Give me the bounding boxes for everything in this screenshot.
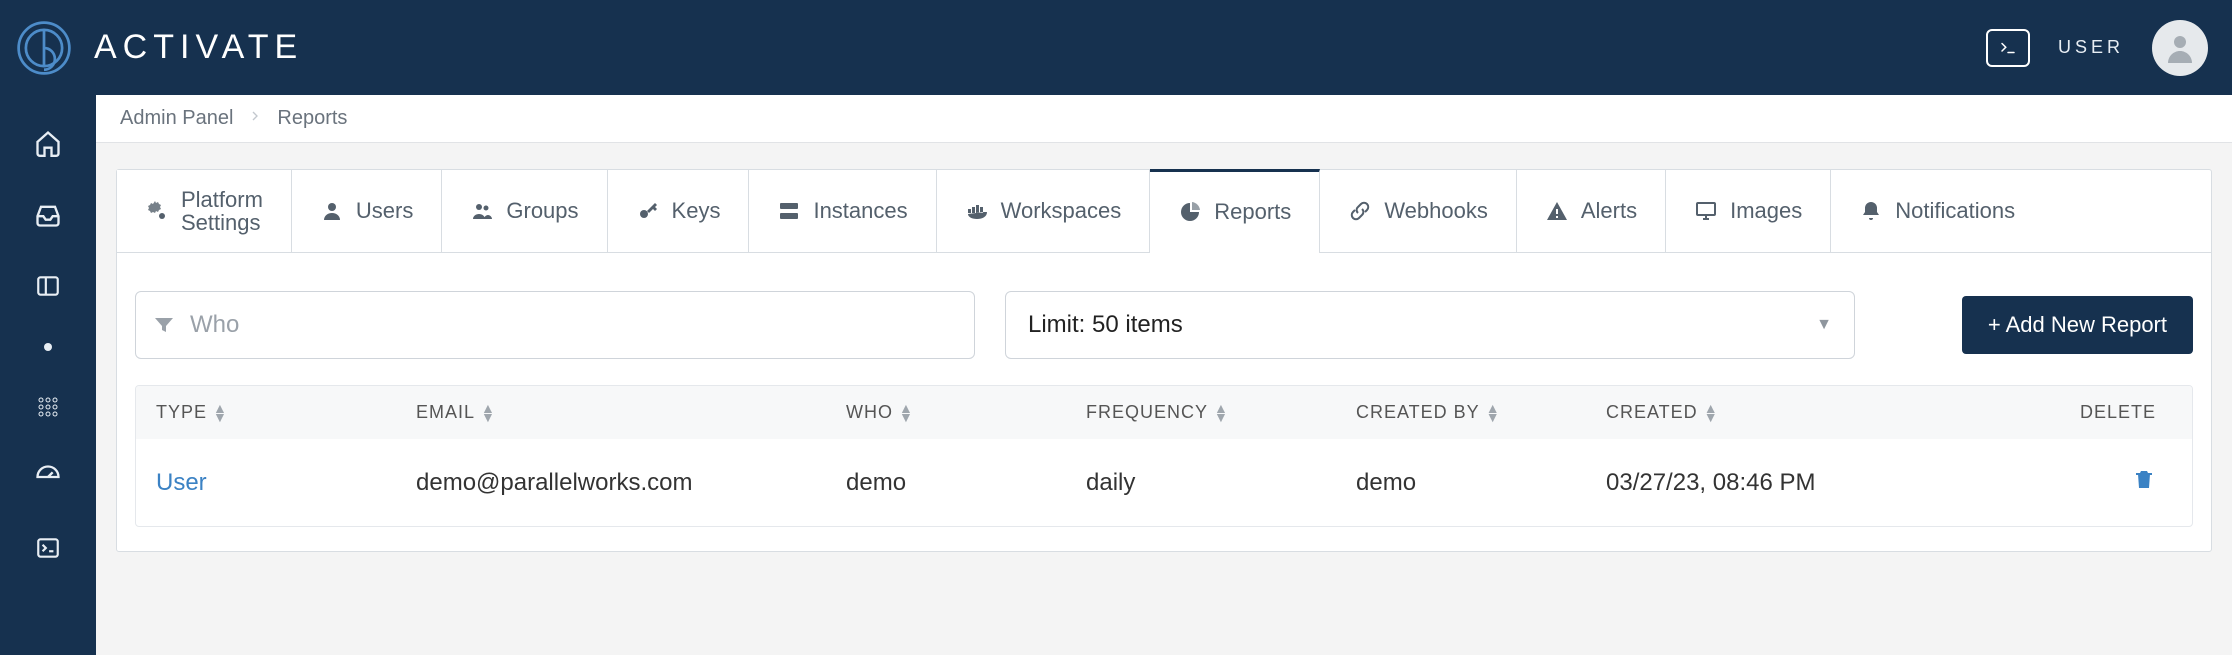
cell-type[interactable]: User [156, 469, 416, 497]
sort-icon: ▲▼ [481, 404, 496, 421]
sort-icon: ▲▼ [1486, 404, 1501, 421]
tab-instances[interactable]: Instances [749, 170, 936, 252]
breadcrumb-current: Reports [277, 107, 347, 130]
filter-icon [152, 313, 176, 337]
user-label: USER [2058, 37, 2124, 58]
breadcrumb-root[interactable]: Admin Panel [120, 107, 233, 130]
top-right-controls: USER [1986, 20, 2208, 76]
who-input[interactable] [190, 311, 958, 339]
tab-webhooks[interactable]: Webhooks [1320, 170, 1517, 252]
bell-icon [1859, 199, 1883, 223]
tab-label: Users [356, 198, 413, 224]
cell-frequency: daily [1086, 469, 1356, 497]
tab-images[interactable]: Images [1666, 170, 1831, 252]
limit-label: Limit: 50 items [1028, 311, 1183, 339]
add-new-report-button[interactable]: + Add New Report [1962, 296, 2193, 354]
tab-notifications[interactable]: Notifications [1831, 170, 2043, 252]
avatar[interactable] [2152, 20, 2208, 76]
tab-label: Groups [506, 198, 578, 224]
breadcrumb: Admin Panel Reports [96, 95, 2232, 143]
tab-label: Alerts [1581, 198, 1637, 224]
brand-name: ACTIVATE [94, 28, 303, 67]
tab-label: Reports [1214, 199, 1291, 225]
sidebar-panel-icon[interactable] [0, 273, 96, 299]
chevron-down-icon: ▼ [1816, 316, 1832, 334]
group-icon [470, 199, 494, 223]
admin-tab-card: Platform Settings Users Groups K [116, 169, 2212, 552]
main: Admin Panel Reports Platform Settings [96, 95, 2232, 655]
tab-platform-settings[interactable]: Platform Settings [117, 170, 292, 252]
tab-label: Settings [181, 211, 263, 234]
sidebar [0, 95, 96, 655]
limit-select[interactable]: Limit: 50 items ▼ [1005, 291, 1855, 359]
tab-label: Notifications [1895, 198, 2015, 224]
chevron-right-icon [247, 107, 263, 130]
sort-icon: ▲▼ [1704, 404, 1719, 421]
brand-logo-icon [8, 12, 80, 84]
who-filter[interactable] [135, 291, 975, 359]
brand: ACTIVATE [8, 12, 303, 84]
tab-users[interactable]: Users [292, 170, 442, 252]
table-row: User demo@parallelworks.com demo daily d… [136, 439, 2192, 526]
tab-label: Webhooks [1384, 198, 1488, 224]
pie-icon [1178, 200, 1202, 224]
toolbar: Limit: 50 items ▼ + Add New Report [117, 253, 2211, 385]
server-icon [777, 199, 801, 223]
terminal-button[interactable] [1986, 29, 2030, 67]
sidebar-dot-icon[interactable] [0, 343, 96, 351]
tab-label: Workspaces [1001, 198, 1122, 224]
col-email[interactable]: EMAIL▲▼ [416, 402, 846, 423]
link-icon [1348, 199, 1372, 223]
reports-table: TYPE▲▼ EMAIL▲▼ WHO▲▼ FREQUENCY▲▼ CREATED… [135, 385, 2193, 527]
tabs: Platform Settings Users Groups K [117, 170, 2211, 253]
cell-who: demo [846, 469, 1086, 497]
col-who[interactable]: WHO▲▼ [846, 402, 1086, 423]
col-created[interactable]: CREATED▲▼ [1606, 402, 1966, 423]
col-created-by[interactable]: CREATED BY▲▼ [1356, 402, 1606, 423]
tab-keys[interactable]: Keys [608, 170, 750, 252]
cell-created-by: demo [1356, 469, 1606, 497]
sidebar-console-icon[interactable] [0, 535, 96, 561]
tab-label: Platform [181, 188, 263, 211]
container-icon [965, 199, 989, 223]
sort-icon: ▲▼ [1214, 404, 1229, 421]
col-type[interactable]: TYPE▲▼ [156, 402, 416, 423]
col-delete: DELETE [1966, 402, 2156, 423]
user-icon [320, 199, 344, 223]
sort-icon: ▲▼ [899, 404, 914, 421]
tab-label: Keys [672, 198, 721, 224]
cell-delete [1966, 467, 2156, 498]
key-icon [636, 199, 660, 223]
sidebar-dashboard-icon[interactable] [0, 463, 96, 491]
sort-icon: ▲▼ [213, 404, 228, 421]
gears-icon [145, 199, 169, 223]
sidebar-inbox-icon[interactable] [0, 201, 96, 229]
tab-label: Instances [813, 198, 907, 224]
monitor-icon [1694, 199, 1718, 223]
table-header: TYPE▲▼ EMAIL▲▼ WHO▲▼ FREQUENCY▲▼ CREATED… [136, 386, 2192, 439]
sidebar-grid-icon[interactable] [0, 395, 96, 419]
tab-reports[interactable]: Reports [1150, 169, 1320, 252]
cell-email: demo@parallelworks.com [416, 469, 846, 497]
top-bar: ACTIVATE USER [0, 0, 2232, 95]
warning-icon [1545, 199, 1569, 223]
tab-groups[interactable]: Groups [442, 170, 607, 252]
tab-workspaces[interactable]: Workspaces [937, 170, 1151, 252]
tab-label: Images [1730, 198, 1802, 224]
sidebar-home-icon[interactable] [0, 129, 96, 157]
cell-created: 03/27/23, 08:46 PM [1606, 469, 1966, 497]
col-frequency[interactable]: FREQUENCY▲▼ [1086, 402, 1356, 423]
tab-alerts[interactable]: Alerts [1517, 170, 1666, 252]
trash-icon[interactable] [2132, 467, 2156, 498]
